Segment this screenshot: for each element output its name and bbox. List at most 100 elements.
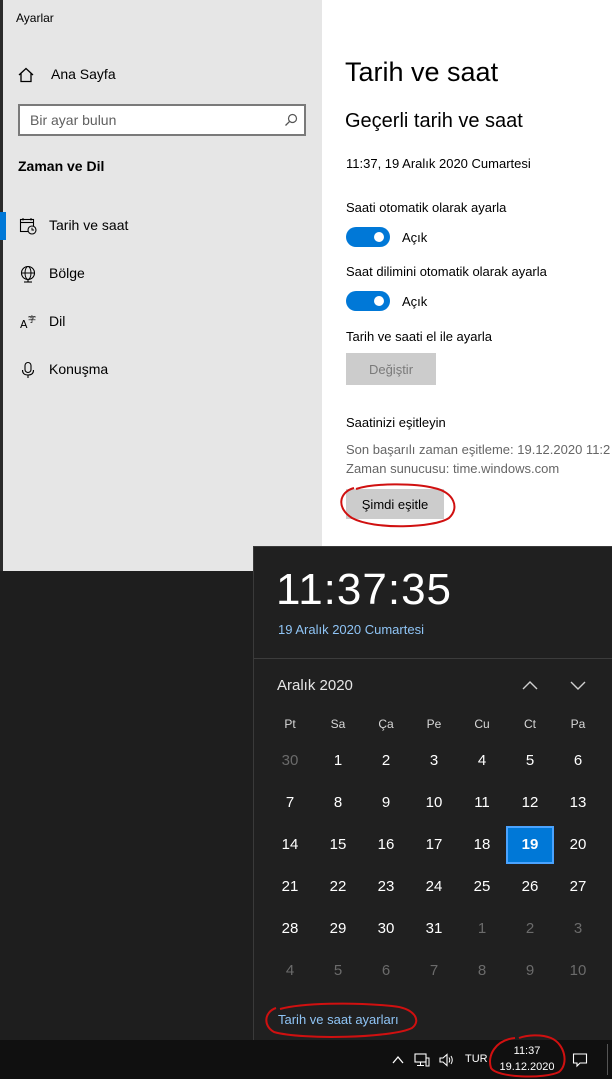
- language-icon: A 字: [20, 314, 36, 331]
- calendar-day-selected[interactable]: 19: [506, 826, 554, 864]
- calendar-day[interactable]: 23: [362, 868, 410, 906]
- search-icon[interactable]: [284, 113, 298, 127]
- calendar-day[interactable]: 13: [554, 784, 602, 822]
- auto-time-state: Açık: [402, 230, 428, 245]
- calendar-month-label[interactable]: Aralık 2020: [277, 677, 353, 694]
- calendar-day[interactable]: 11: [458, 784, 506, 822]
- calendar-day[interactable]: 17: [410, 826, 458, 864]
- globe-icon: [20, 265, 36, 283]
- auto-timezone-label: Saat dilimini otomatik olarak ayarla: [346, 264, 547, 279]
- calendar-day[interactable]: 21: [266, 868, 314, 906]
- taskbar-time: 11:37: [513, 1045, 541, 1057]
- calendar-day[interactable]: 5: [506, 742, 554, 780]
- calendar-day[interactable]: 27: [554, 868, 602, 906]
- calendar-day[interactable]: 16: [362, 826, 410, 864]
- nav-section-title: Zaman ve Dil: [18, 158, 105, 174]
- input-language-indicator[interactable]: TUR: [465, 1053, 488, 1065]
- toggle-knob: [374, 232, 384, 242]
- calendar-day[interactable]: 30: [362, 910, 410, 948]
- taskbar: TUR 11:37 19.12.2020: [0, 1040, 612, 1079]
- toggle-knob: [374, 296, 384, 306]
- calendar-day[interactable]: 18: [458, 826, 506, 864]
- auto-time-label: Saati otomatik olarak ayarla: [346, 200, 507, 215]
- calendar-day[interactable]: 26: [506, 868, 554, 906]
- settings-nav-pane: Ayarlar Ana Sayfa Zaman ve Dil: [0, 0, 322, 571]
- sync-now-button[interactable]: Şimdi eşitle: [346, 489, 444, 519]
- calendar-day[interactable]: 28: [266, 910, 314, 948]
- search-input[interactable]: [20, 106, 270, 134]
- chevron-up-icon[interactable]: [520, 677, 540, 693]
- flyout-divider: [254, 658, 612, 659]
- svg-text:A: A: [20, 318, 28, 331]
- calendar-day[interactable]: 1: [314, 742, 362, 780]
- change-button[interactable]: Değiştir: [346, 353, 436, 385]
- calendar-day[interactable]: 4: [266, 952, 314, 990]
- calendar-day[interactable]: 22: [314, 868, 362, 906]
- weekday-header: Pa: [570, 717, 586, 731]
- sidebar-item-speech[interactable]: Konuşma: [3, 350, 322, 390]
- sidebar-item-label: Dil: [49, 313, 66, 329]
- calendar-day[interactable]: 8: [314, 784, 362, 822]
- calendar-day[interactable]: 14: [266, 826, 314, 864]
- weekday-header: Sa: [330, 717, 346, 731]
- calendar-day[interactable]: 7: [266, 784, 314, 822]
- notification-icon[interactable]: [572, 1052, 588, 1068]
- calendar-day[interactable]: 2: [506, 910, 554, 948]
- auto-time-toggle[interactable]: [346, 227, 390, 247]
- sidebar-item-date-time[interactable]: Tarih ve saat: [0, 206, 322, 246]
- calendar-day[interactable]: 10: [410, 784, 458, 822]
- sidebar-item-label: Tarih ve saat: [49, 217, 129, 233]
- calendar-day[interactable]: 20: [554, 826, 602, 864]
- calendar-day[interactable]: 2: [362, 742, 410, 780]
- sidebar-item-label: Konuşma: [49, 361, 109, 377]
- weekday-header: Cu: [474, 717, 490, 731]
- calendar-day[interactable]: 8: [458, 952, 506, 990]
- sync-heading: Saatinizi eşitleyin: [346, 415, 446, 430]
- taskbar-clock[interactable]: 11:37 19.12.2020: [490, 1043, 564, 1075]
- calendar-day[interactable]: 6: [554, 742, 602, 780]
- microphone-icon: [21, 361, 35, 378]
- home-nav-item[interactable]: Ana Sayfa: [3, 58, 322, 90]
- auto-timezone-toggle[interactable]: [346, 291, 390, 311]
- calendar-day[interactable]: 25: [458, 868, 506, 906]
- last-sync-text: Son başarılı zaman eşitleme: 19.12.2020 …: [346, 442, 611, 457]
- calendar-day[interactable]: 7: [410, 952, 458, 990]
- weekday-header: Pe: [426, 717, 442, 731]
- calendar-day[interactable]: 9: [362, 784, 410, 822]
- calendar-day[interactable]: 6: [362, 952, 410, 990]
- calendar-day[interactable]: 10: [554, 952, 602, 990]
- calendar-day[interactable]: 4: [458, 742, 506, 780]
- auto-timezone-state: Açık: [402, 294, 428, 309]
- sidebar-item-label: Bölge: [49, 265, 85, 281]
- calendar-day[interactable]: 29: [314, 910, 362, 948]
- calendar-day[interactable]: 5: [314, 952, 362, 990]
- flyout-time: 11:37:35: [276, 565, 453, 614]
- weekday-header: Ça: [378, 717, 394, 731]
- calendar-day[interactable]: 12: [506, 784, 554, 822]
- flyout-date-link[interactable]: 19 Aralık 2020 Cumartesi: [278, 622, 424, 637]
- chevron-down-icon[interactable]: [568, 677, 588, 693]
- calendar-day[interactable]: 1: [458, 910, 506, 948]
- calendar-day[interactable]: 3: [554, 910, 602, 948]
- chevron-up-icon[interactable]: [390, 1052, 406, 1068]
- settings-search-box[interactable]: [18, 104, 306, 136]
- weekday-header: Ct: [524, 717, 536, 731]
- current-datetime: 11:37, 19 Aralık 2020 Cumartesi: [346, 156, 531, 171]
- section-heading: Geçerli tarih ve saat: [345, 110, 523, 132]
- show-desktop-button[interactable]: [607, 1044, 608, 1075]
- svg-text:字: 字: [28, 314, 36, 324]
- taskbar-date: 19.12.2020: [499, 1061, 555, 1073]
- date-time-settings-link[interactable]: Tarih ve saat ayarları: [278, 1012, 399, 1027]
- calendar-day[interactable]: 24: [410, 868, 458, 906]
- calendar-day[interactable]: 3: [410, 742, 458, 780]
- sidebar-item-language[interactable]: A 字 Dil: [3, 302, 322, 342]
- calendar-day[interactable]: 15: [314, 826, 362, 864]
- calendar-day[interactable]: 30: [266, 742, 314, 780]
- sidebar-item-region[interactable]: Bölge: [3, 254, 322, 294]
- calendar-day[interactable]: 31: [410, 910, 458, 948]
- home-label: Ana Sayfa: [51, 66, 116, 82]
- calendar-clock-icon: [19, 218, 37, 235]
- calendar-day[interactable]: 9: [506, 952, 554, 990]
- network-icon[interactable]: [414, 1052, 430, 1068]
- speaker-icon[interactable]: [438, 1052, 454, 1068]
